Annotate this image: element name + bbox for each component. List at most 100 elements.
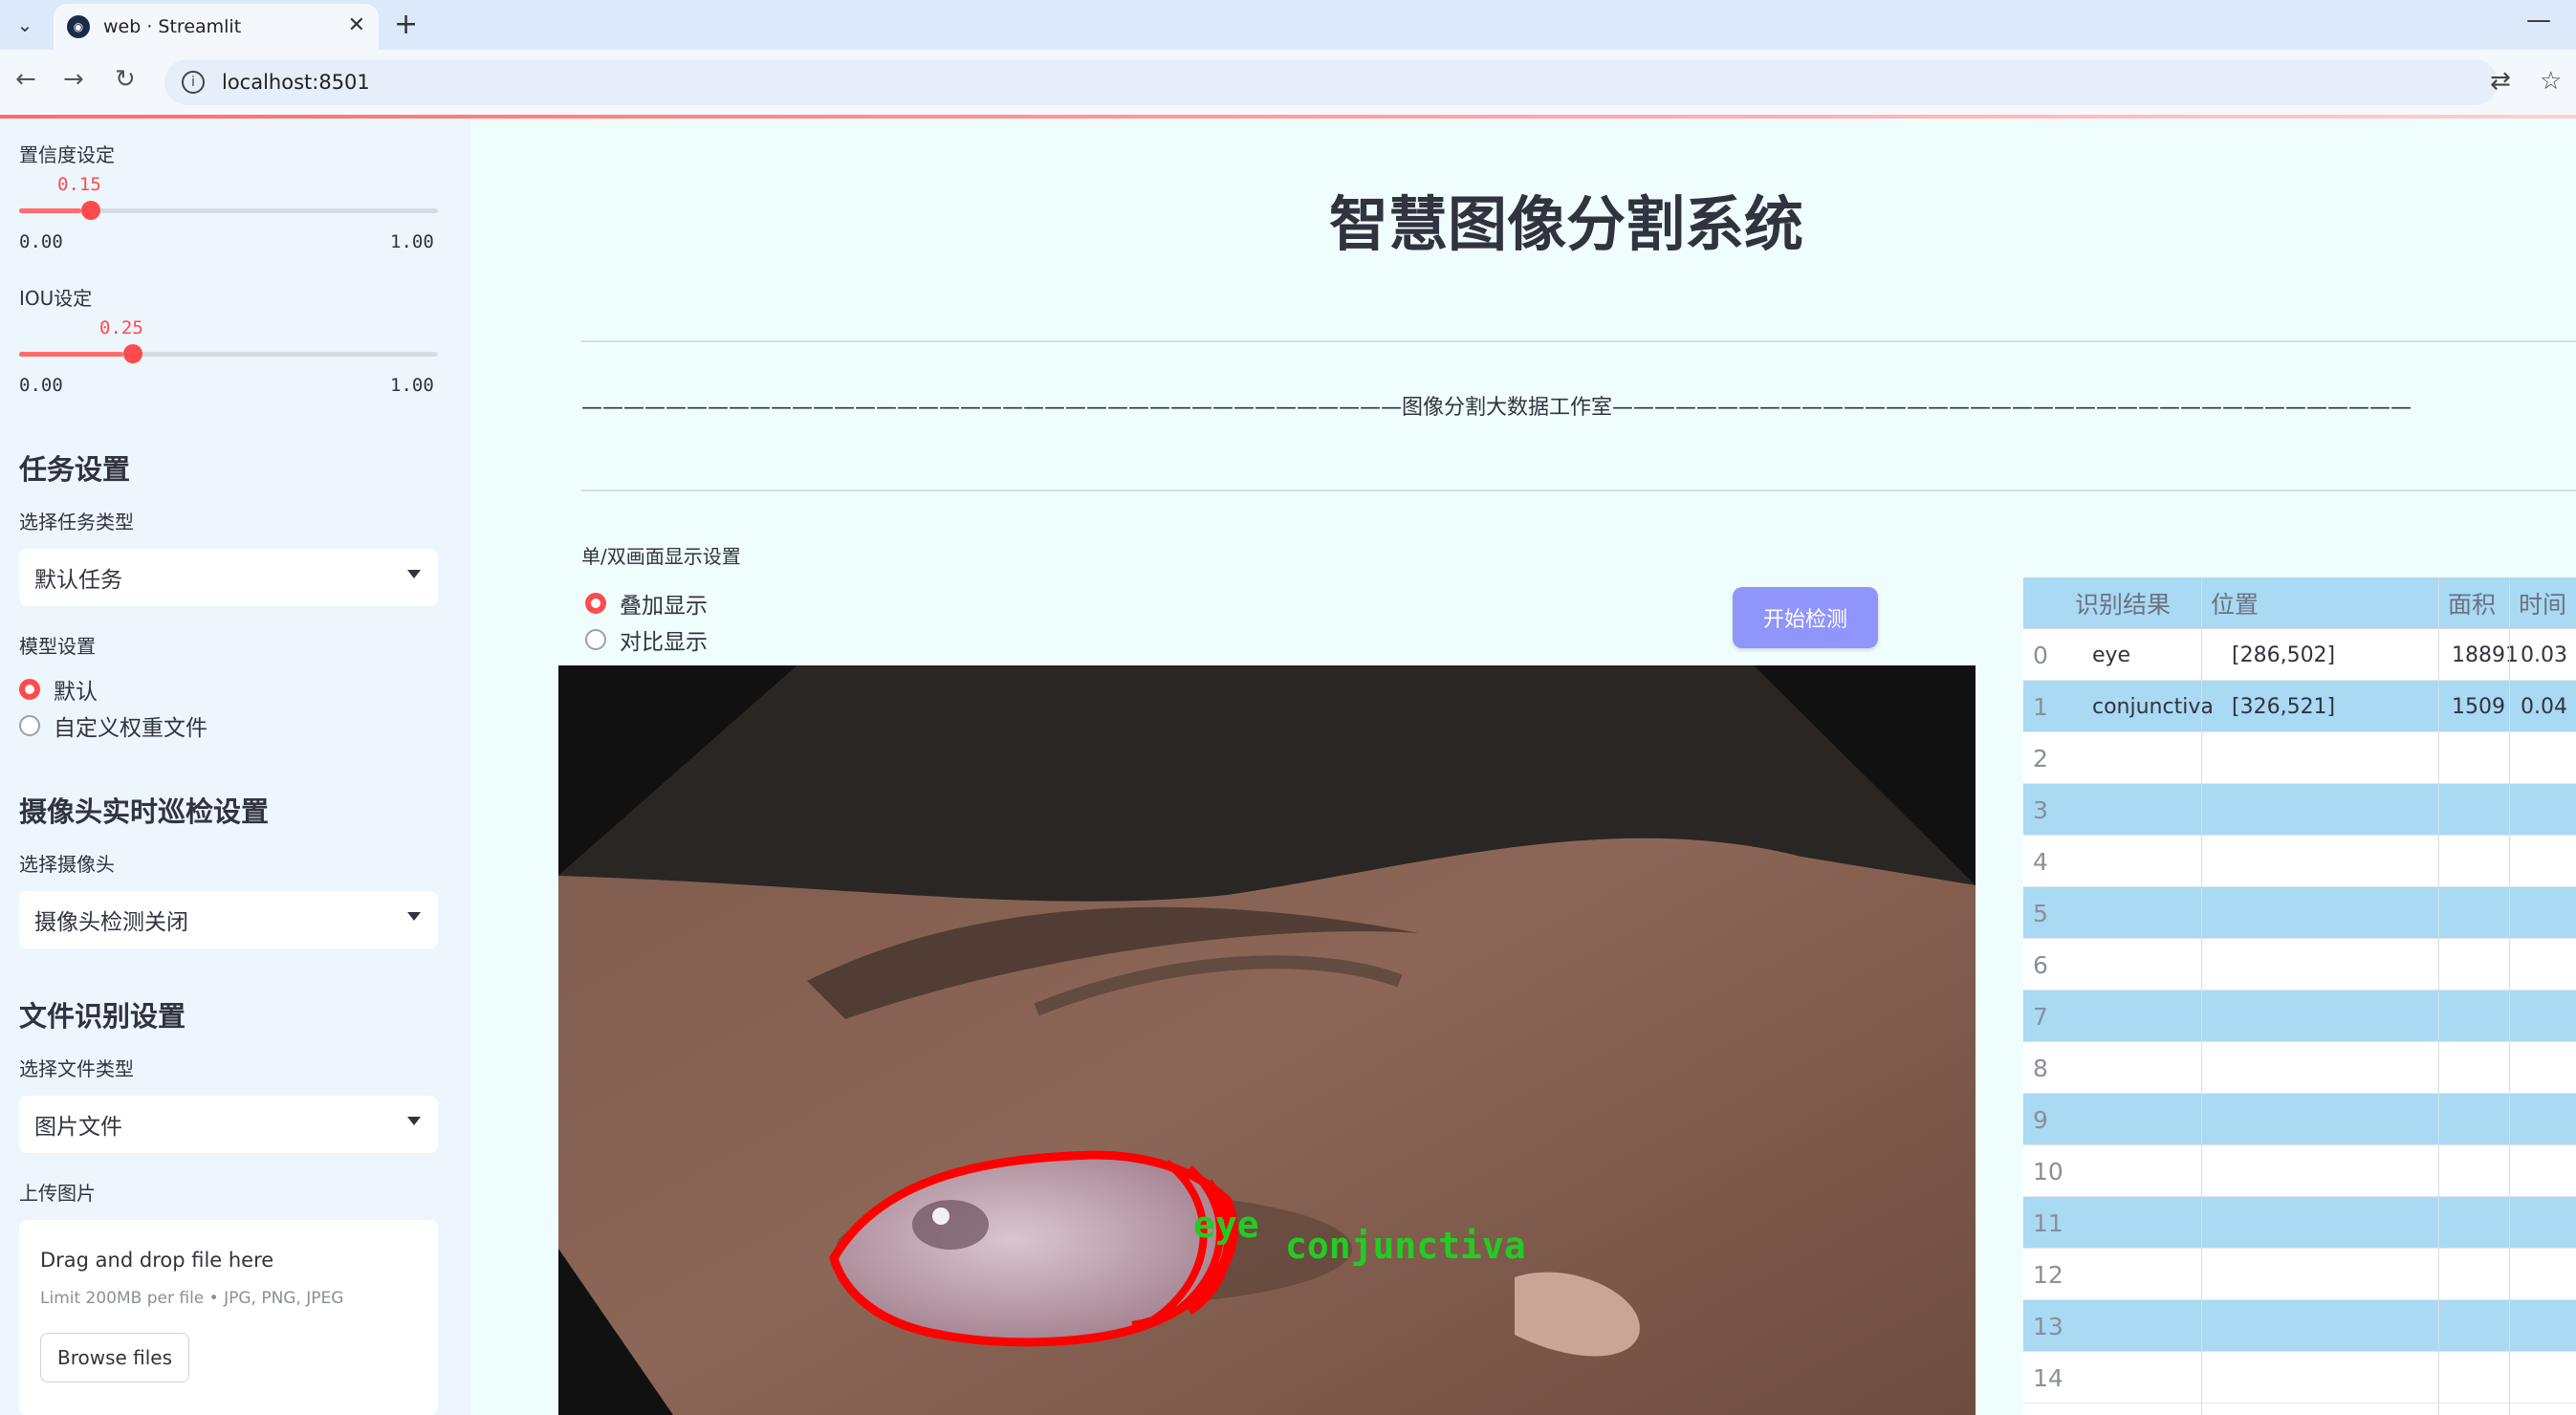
url-bar[interactable]: i localhost:8501 [164, 59, 2498, 105]
file-type-value: 图片文件 [34, 1115, 122, 1140]
chevron-down-icon [407, 570, 421, 578]
confidence-slider[interactable] [19, 201, 438, 220]
studio-banner: ———————————————————————————————————————图… [581, 396, 2412, 420]
cell-label: conjunctiva [2092, 694, 2214, 719]
url-text: localhost:8501 [222, 71, 370, 94]
task-heading: 任务设置 [19, 453, 131, 486]
col-header-time[interactable]: 时间 [2519, 577, 2566, 629]
table-row[interactable]: 5 [2023, 887, 2576, 939]
cell-position: [286,502] [2232, 642, 2336, 667]
page-top-decoration [0, 115, 2576, 119]
cell-position: [326,521] [2232, 694, 2336, 719]
model-label: 模型设置 [19, 635, 96, 658]
radio-unselected-icon [585, 629, 606, 650]
table-row[interactable]: 8 [2023, 1042, 2576, 1094]
forward-icon[interactable]: → [63, 65, 84, 94]
confidence-slider-thumb[interactable] [81, 201, 100, 220]
reload-icon[interactable]: ↻ [115, 65, 136, 94]
address-bar-row: ← → ↻ i localhost:8501 ⇄ ☆ [0, 50, 2576, 117]
row-index: 1 [2033, 692, 2048, 721]
model-option-label: 默认 [54, 680, 98, 705]
camera-heading: 摄像头实时巡检设置 [19, 795, 270, 828]
iou-value: 0.25 [99, 317, 143, 338]
table-row[interactable]: 12 [2023, 1249, 2576, 1300]
translate-icon[interactable]: ⇄ [2490, 67, 2511, 96]
file-uploader-dropzone[interactable]: Drag and drop file here Limit 200MB per … [19, 1220, 438, 1415]
table-row[interactable]: 10 [2023, 1145, 2576, 1197]
table-row[interactable]: 2 [2023, 732, 2576, 784]
streamlit-favicon-icon: ◉ [67, 15, 90, 38]
cell-area: 1509 [2452, 694, 2505, 719]
file-type-label: 选择文件类型 [19, 1057, 134, 1080]
upload-label: 上传图片 [19, 1182, 96, 1205]
table-row[interactable]: 0 eye [286,502] 18891 0.03 [2023, 629, 2576, 681]
display-option-compare[interactable]: 对比显示 [585, 623, 708, 656]
new-tab-icon[interactable]: + [394, 8, 418, 41]
row-index: 4 [2033, 847, 2048, 876]
close-tab-icon[interactable]: ✕ [348, 13, 365, 37]
detection-result-image: eye conjunctiva [558, 665, 1976, 1415]
column-divider [2438, 577, 2439, 1415]
display-option-label: 对比显示 [620, 630, 708, 655]
eye-label: eye [1193, 1204, 1259, 1246]
radio-selected-icon [19, 679, 40, 700]
chevron-down-icon [407, 912, 421, 921]
row-index: 2 [2033, 744, 2048, 773]
tab-strip: ⌄ ◉ web · Streamlit ✕ + — [0, 0, 2576, 50]
table-row[interactable]: 13 [2023, 1300, 2576, 1352]
table-row[interactable]: 6 [2023, 939, 2576, 990]
iou-slider-fill [19, 352, 123, 357]
confidence-label: 置信度设定 [19, 143, 115, 166]
uploader-title: Drag and drop file here [40, 1249, 274, 1272]
table-row[interactable]: 9 [2023, 1094, 2576, 1145]
display-option-overlay[interactable]: 叠加显示 [585, 587, 708, 620]
model-option-label: 自定义权重文件 [54, 716, 207, 741]
model-option-default[interactable]: 默认 [19, 673, 98, 706]
cell-time: 0.03 [2521, 642, 2567, 667]
iou-slider[interactable] [19, 344, 438, 363]
iou-slider-thumb[interactable] [123, 344, 142, 363]
back-icon[interactable]: ← [15, 65, 36, 94]
uploader-subtitle: Limit 200MB per file • JPG, PNG, JPEG [40, 1289, 344, 1308]
col-header-position[interactable]: 位置 [2211, 577, 2259, 629]
table-row[interactable]: 4 [2023, 836, 2576, 887]
page-title: 智慧图像分割系统 [1329, 189, 1804, 259]
tab-search-icon[interactable]: ⌄ [8, 8, 42, 42]
chevron-down-icon [407, 1117, 421, 1125]
task-type-select[interactable]: 默认任务 [19, 549, 438, 606]
browser-chrome: ⌄ ◉ web · Streamlit ✕ + — ← → ↻ i localh… [0, 0, 2576, 117]
table-row[interactable]: 7 [2023, 990, 2576, 1042]
confidence-slider-fill [19, 208, 81, 213]
divider [581, 340, 2576, 342]
tab-title: web · Streamlit [103, 16, 242, 37]
row-index: 10 [2033, 1157, 2063, 1186]
site-info-icon[interactable]: i [182, 71, 205, 94]
cell-time: 0.04 [2521, 694, 2567, 719]
row-index: 14 [2033, 1363, 2063, 1392]
camera-label: 选择摄像头 [19, 853, 115, 876]
column-divider [2201, 577, 2202, 1415]
segmentation-overlay: eye conjunctiva [558, 665, 1976, 1415]
col-header-label[interactable]: 识别结果 [2075, 577, 2171, 629]
file-type-select[interactable]: 图片文件 [19, 1096, 438, 1153]
minimize-icon[interactable]: — [2526, 6, 2551, 34]
start-detection-button[interactable]: 开始检测 [1733, 587, 1878, 648]
row-index: 3 [2033, 795, 2048, 824]
iou-min: 0.00 [19, 375, 63, 396]
results-table[interactable]: 识别结果 位置 面积 时间 0 eye [286,502] 18891 0.03 1 con… [2023, 577, 2576, 1415]
table-row[interactable]: 14 [2023, 1352, 2576, 1404]
row-index: 8 [2033, 1054, 2048, 1082]
row-index: 6 [2033, 950, 2048, 979]
table-row[interactable]: 1 conjunctiva [326,521] 1509 0.04 [2023, 681, 2576, 732]
col-header-area[interactable]: 面积 [2448, 577, 2496, 629]
table-row[interactable]: 11 [2023, 1197, 2576, 1249]
table-row[interactable]: 3 [2023, 784, 2576, 836]
camera-select[interactable]: 摄像头检测关闭 [19, 891, 438, 948]
model-option-custom[interactable]: 自定义权重文件 [19, 709, 207, 742]
browser-tab[interactable]: ◉ web · Streamlit ✕ [54, 4, 379, 50]
browse-files-button[interactable]: Browse files [40, 1333, 189, 1382]
bookmark-star-icon[interactable]: ☆ [2540, 67, 2562, 96]
radio-selected-icon [585, 593, 606, 614]
sidebar: 置信度设定 0.15 0.00 1.00 IOU设定 0.25 0.00 1.0… [0, 120, 470, 1415]
row-index: 13 [2033, 1312, 2063, 1340]
